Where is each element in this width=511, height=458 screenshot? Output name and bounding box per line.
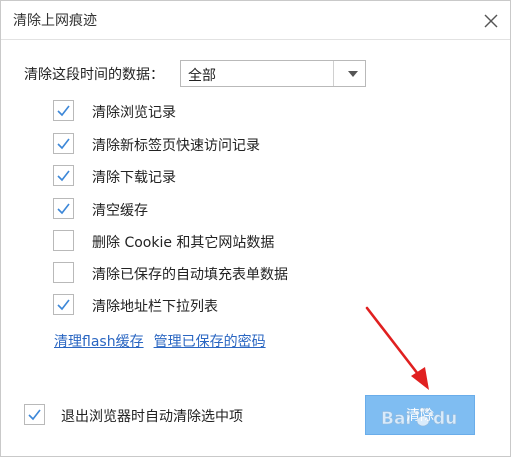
time-range-label: 清除这段时间的数据： [24, 67, 164, 83]
cookies-checkbox[interactable] [53, 230, 74, 251]
auto-clear-on-exit-row[interactable]: 退出浏览器时自动清除选中项 [24, 404, 324, 428]
address-bar-dropdown-checkbox[interactable] [53, 294, 74, 315]
clear-flash-cache-link[interactable]: 清理flash缓存 [54, 334, 144, 350]
option-address-bar-dropdown[interactable]: 清除地址栏下拉列表 [53, 294, 473, 320]
auto-clear-label: 退出浏览器时自动清除选中项 [61, 409, 243, 425]
option-label: 清除下载记录 [92, 170, 176, 186]
time-range-selected-value: 全部 [188, 68, 216, 84]
option-label: 清除已保存的自动填充表单数据 [92, 267, 288, 283]
clear-history-dialog: 清除上网痕迹 清除这段时间的数据： 全部 清除浏览记录 清除新标签页快速访问记录… [0, 0, 511, 457]
checkmark-icon [57, 138, 70, 150]
dialog-titlebar: 清除上网痕迹 [1, 1, 510, 40]
option-cookies[interactable]: 删除 Cookie 和其它网站数据 [53, 230, 473, 256]
chevron-down-icon[interactable] [348, 71, 358, 77]
browsing-history-checkbox[interactable] [53, 100, 74, 121]
option-autofill[interactable]: 清除已保存的自动填充表单数据 [53, 262, 473, 288]
clear-button[interactable]: 清除 [365, 395, 475, 435]
manage-passwords-link[interactable]: 管理已保存的密码 [154, 334, 266, 350]
time-range-select[interactable]: 全部 [180, 60, 366, 87]
clear-button-label: 清除 [406, 408, 434, 424]
checkmark-icon [28, 409, 41, 421]
download-history-checkbox[interactable] [53, 165, 74, 186]
close-button[interactable] [479, 9, 503, 33]
option-download-history[interactable]: 清除下载记录 [53, 165, 473, 191]
newtab-quick-access-checkbox[interactable] [53, 133, 74, 154]
option-label: 删除 Cookie 和其它网站数据 [92, 235, 275, 251]
auto-clear-on-exit-checkbox[interactable] [24, 404, 45, 425]
autofill-checkbox[interactable] [53, 262, 74, 283]
dialog-title: 清除上网痕迹 [13, 13, 97, 29]
option-label: 清除浏览记录 [92, 105, 176, 121]
option-browsing-history[interactable]: 清除浏览记录 [53, 100, 473, 126]
checkmark-icon [57, 299, 70, 311]
checkmark-icon [57, 203, 70, 215]
option-label: 清空缓存 [92, 203, 148, 219]
select-divider [333, 61, 334, 86]
option-newtab-quick-access[interactable]: 清除新标签页快速访问记录 [53, 133, 473, 159]
option-cache[interactable]: 清空缓存 [53, 198, 473, 224]
checkmark-icon [57, 170, 70, 182]
cache-checkbox[interactable] [53, 198, 74, 219]
option-label: 清除地址栏下拉列表 [92, 299, 218, 315]
checkmark-icon [57, 105, 70, 117]
close-icon [484, 14, 498, 28]
option-label: 清除新标签页快速访问记录 [92, 138, 260, 154]
links-row: 清理flash缓存 管理已保存的密码 [54, 331, 266, 351]
